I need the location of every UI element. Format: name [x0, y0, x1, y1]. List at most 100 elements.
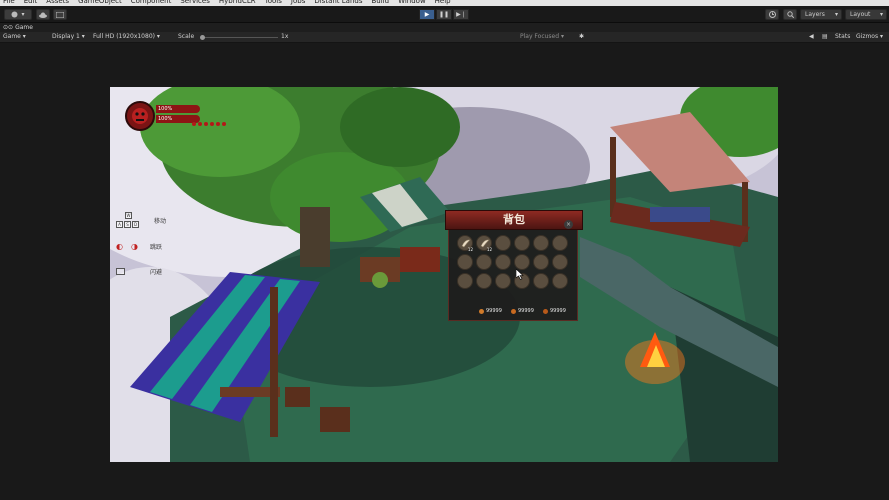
game-mode-label: Game: [3, 33, 21, 40]
inventory-slot[interactable]: [457, 273, 473, 289]
inventory-slot[interactable]: [457, 254, 473, 270]
display-dropdown[interactable]: Display 1 ▾: [52, 32, 85, 42]
stamina-dot: [210, 122, 214, 126]
key-a: A: [116, 221, 123, 228]
inventory-slot[interactable]: [552, 273, 568, 289]
play-focused-dropdown[interactable]: Play Focused ▾: [520, 32, 564, 42]
inventory-slot[interactable]: [495, 235, 511, 251]
resolution-dropdown[interactable]: Full HD (1920x1080) ▾: [93, 32, 160, 42]
gizmos-dropdown[interactable]: Gizmos ▾: [856, 32, 883, 42]
scale-value: 1x: [281, 33, 289, 40]
currency-copper: 99999: [511, 308, 534, 314]
play-button[interactable]: ▶: [419, 9, 435, 20]
hint-jump-label: 跳跃: [149, 244, 162, 251]
slot-count: 12: [486, 247, 492, 252]
pause-button[interactable]: ❚❚: [436, 9, 452, 20]
inventory-slot[interactable]: [476, 273, 492, 289]
mute-audio-icon[interactable]: ◀: [809, 32, 814, 42]
inventory-slot[interactable]: [514, 254, 530, 270]
game-scene: [110, 87, 778, 462]
inventory-slot[interactable]: 12: [476, 235, 492, 252]
inventory-slot[interactable]: 12: [457, 235, 473, 252]
layout-label: Layout: [850, 11, 871, 18]
gizmos-label: Gizmos: [856, 33, 879, 40]
health-text: 100%: [158, 106, 173, 112]
account-icon: [11, 11, 18, 18]
hint-dodge: 闪避: [116, 267, 162, 276]
history-icon: [768, 11, 776, 18]
stamina-dot: [222, 122, 226, 126]
tab-game-label: Game: [15, 24, 33, 31]
collab-icon: [56, 11, 64, 18]
key-s: S: [124, 221, 131, 228]
collab-button[interactable]: [53, 9, 67, 20]
stats-icon[interactable]: ▤: [822, 32, 828, 42]
stats-button[interactable]: Stats: [835, 32, 850, 42]
main-toolbar: ▾ ▶ ❚❚ ▶❘ Layers ▾ Layout ▾: [0, 6, 889, 23]
inventory-slot[interactable]: [533, 273, 549, 289]
inventory-title: 背包: [445, 210, 583, 230]
gamepad-icon: ⊙⊙: [3, 24, 14, 31]
play-icon: ▶: [424, 11, 430, 18]
account-button[interactable]: ▾: [4, 9, 32, 20]
game-view-toolbar: Game ▾ Display 1 ▾ Full HD (1920x1080) ▾…: [0, 32, 889, 43]
inventory-slot[interactable]: [533, 254, 549, 270]
mouse-icon: ◐: [116, 242, 123, 251]
tab-bar: ⊙⊙ Game: [0, 23, 889, 32]
step-button[interactable]: ▶❘: [453, 9, 469, 20]
tab-game[interactable]: ⊙⊙ Game: [3, 23, 33, 32]
coin-icon: [479, 308, 484, 314]
layout-dropdown[interactable]: Layout ▾: [845, 9, 887, 20]
stamina-dots: [192, 122, 226, 126]
inventory-slot[interactable]: [495, 273, 511, 289]
inventory-slot[interactable]: [552, 235, 568, 251]
inventory-slot[interactable]: [476, 254, 492, 270]
hint-jump: ◐ ◑ 跳跃: [116, 242, 162, 251]
chevron-down-icon: ▾: [879, 11, 883, 18]
history-button[interactable]: [765, 9, 779, 20]
chevron-down-icon: ▾: [21, 11, 25, 18]
inventory-close-button[interactable]: ×: [564, 220, 573, 229]
hint-dodge-label: 闪避: [150, 269, 163, 276]
inventory-grid: 12 12: [457, 235, 568, 289]
cloud-button[interactable]: [36, 9, 50, 20]
chevron-down-icon: ▾: [834, 11, 838, 18]
inventory-slot[interactable]: [552, 254, 568, 270]
inventory-slot[interactable]: [495, 254, 511, 270]
play-controls: ▶ ❚❚ ▶❘: [419, 9, 469, 20]
cloud-icon: [39, 12, 47, 18]
mouse-cursor-icon: [516, 269, 524, 280]
demon-face-icon: [132, 108, 148, 124]
layers-label: Layers: [805, 11, 825, 18]
search-icon: [786, 11, 794, 18]
pause-icon: ❚❚: [438, 11, 450, 18]
currency-bronze: 99999: [543, 308, 566, 314]
scale-slider-track[interactable]: [204, 37, 278, 38]
mouse-icon: ◑: [130, 242, 138, 251]
coin-icon: [511, 308, 516, 314]
coin-icon: [543, 308, 548, 314]
step-icon: ▶❘: [456, 11, 466, 18]
stamina-dot: [216, 122, 220, 126]
slot-count: 12: [467, 247, 473, 252]
hint-move: W A S D 移动: [116, 212, 166, 228]
health-bar: 100%: [156, 105, 200, 113]
display-label: Display 1: [52, 33, 80, 40]
hint-move-label: 移动: [154, 217, 167, 225]
game-mode-dropdown[interactable]: Game ▾: [3, 32, 26, 42]
scale-label: Scale: [178, 33, 195, 40]
key-space-icon: [116, 268, 125, 275]
scale-slider-handle[interactable]: [200, 35, 205, 40]
inventory-slot[interactable]: [533, 235, 549, 251]
key-w: W: [125, 212, 132, 219]
layers-dropdown[interactable]: Layers ▾: [800, 9, 842, 20]
inventory-slot[interactable]: [514, 235, 530, 251]
player-avatar: [125, 101, 155, 131]
play-focused-label: Play Focused: [520, 33, 560, 40]
mana-text: 100%: [158, 116, 173, 122]
bug-icon[interactable]: ✱: [579, 32, 584, 42]
stamina-dot: [192, 122, 196, 126]
game-viewport[interactable]: 100% 100% W A S D 移动 ◐ ◑ 跳跃 闪避 背包 × 12 12…: [110, 87, 778, 462]
key-d: D: [132, 221, 139, 228]
search-button[interactable]: [783, 9, 797, 20]
